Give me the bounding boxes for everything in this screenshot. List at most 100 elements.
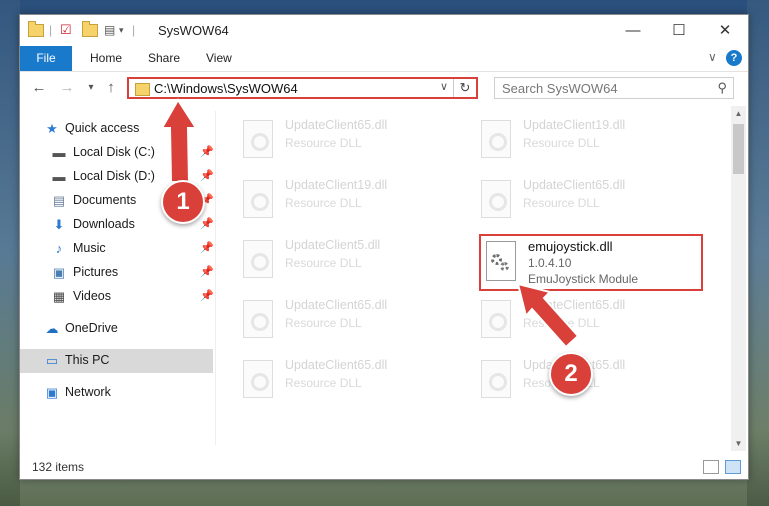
- sidebar-item-label: Local Disk (D:): [73, 169, 155, 183]
- refresh-button[interactable]: ↻: [453, 79, 476, 97]
- list-item[interactable]: UpdateClient65.dll Resource DLL: [475, 294, 705, 348]
- up-button[interactable]: ↑: [100, 78, 122, 98]
- list-item[interactable]: UpdateClient65.dll Resource DLL: [237, 114, 467, 168]
- recent-locations-chevron-icon[interactable]: ▾: [80, 78, 102, 98]
- file-description: Resource DLL: [523, 316, 600, 330]
- pin-icon[interactable]: 📌: [200, 289, 214, 302]
- sidebar-item-label: Music: [73, 241, 106, 255]
- folder-icon: [28, 21, 44, 39]
- pin-icon[interactable]: 📌: [200, 169, 214, 182]
- tab-file[interactable]: File: [20, 46, 72, 71]
- pin-icon[interactable]: 📌: [200, 265, 214, 278]
- drive-icon: ▬: [52, 169, 66, 184]
- sidebar-item-label: Local Disk (C:): [73, 145, 155, 159]
- search-input[interactable]: Search SysWOW64 ⚲: [494, 77, 734, 99]
- forward-button[interactable]: →: [56, 78, 78, 98]
- sidebar-item-this-pc[interactable]: ▭ This PC: [20, 349, 213, 373]
- ribbon-tabs: File Home Share View ∨ ?: [20, 46, 748, 72]
- pictures-icon: ▣: [52, 265, 66, 280]
- address-path[interactable]: C:\Windows\SysWOW64: [154, 81, 298, 96]
- star-icon: ★: [46, 121, 58, 136]
- step-2-badge: 2: [549, 352, 593, 396]
- folder-icon: [135, 83, 150, 96]
- file-description: EmuJoystick Module: [528, 272, 639, 286]
- tab-view[interactable]: View: [206, 46, 232, 71]
- expand-ribbon-chevron-icon[interactable]: ∨: [708, 50, 717, 64]
- pin-icon[interactable]: 📌: [200, 241, 214, 254]
- list-item[interactable]: UpdateClient5.dll Resource DLL: [237, 234, 467, 288]
- pin-icon[interactable]: 📌: [200, 217, 214, 230]
- file-name: UpdateClient19.dll: [523, 118, 626, 132]
- step-1-badge: 1: [161, 180, 205, 224]
- pin-icon[interactable]: 📌: [200, 145, 214, 158]
- close-button[interactable]: ✕: [702, 15, 748, 46]
- dll-file-icon: [481, 360, 511, 398]
- item-count: 132 items: [32, 460, 85, 474]
- sidebar-item-local-disk-c[interactable]: ▬ Local Disk (C:) 📌: [20, 141, 214, 165]
- sidebar-item-videos[interactable]: ▦ Videos 📌: [20, 285, 214, 309]
- file-name: UpdateClient65.dll: [285, 118, 388, 132]
- tab-share[interactable]: Share: [148, 46, 180, 71]
- cloud-icon: ☁: [45, 321, 59, 336]
- tab-home[interactable]: Home: [90, 46, 122, 71]
- sidebar-item-pictures[interactable]: ▣ Pictures 📌: [20, 261, 214, 285]
- file-name: emujoystick.dll: [528, 239, 613, 254]
- file-name: UpdateClient65.dll: [285, 358, 388, 372]
- address-dropdown-chevron-icon[interactable]: ∨: [440, 80, 448, 93]
- dll-file-icon: [243, 180, 273, 218]
- window-title: SysWOW64: [158, 23, 229, 38]
- music-icon: ♪: [55, 241, 63, 256]
- desktop-background-right: [747, 0, 769, 506]
- vertical-scrollbar[interactable]: ▲ ▼: [731, 106, 746, 451]
- minimize-button[interactable]: —: [610, 15, 656, 46]
- dll-file-icon: [243, 300, 273, 338]
- sidebar-item-label: Pictures: [73, 265, 119, 279]
- list-item[interactable]: UpdateClient19.dll Resource DLL: [475, 114, 705, 168]
- maximize-button[interactable]: ☐: [656, 15, 702, 46]
- help-icon[interactable]: ?: [726, 50, 742, 66]
- scroll-up-arrow-icon[interactable]: ▲: [731, 106, 746, 121]
- file-name: UpdateClient65.dll: [523, 178, 626, 192]
- list-item[interactable]: UpdateClient65.dll Resource DLL: [237, 294, 467, 348]
- status-bar: 132 items: [20, 455, 748, 479]
- navigation-pane: ★ Quick access ▬ Local Disk (C:) 📌 ▬ Loc…: [20, 111, 214, 445]
- emujoystick-dll-item[interactable]: emujoystick.dll 1.0.4.10 EmuJoystick Mod…: [479, 234, 703, 291]
- list-item[interactable]: UpdateClient19.dll Resource DLL: [237, 174, 467, 228]
- scroll-down-arrow-icon[interactable]: ▼: [731, 436, 746, 451]
- file-name: UpdateClient65.dll: [523, 298, 626, 312]
- documents-icon: ▤: [52, 193, 66, 208]
- pane-divider[interactable]: [215, 111, 216, 445]
- sidebar-item-label: Documents: [73, 193, 137, 207]
- address-bar[interactable]: C:\Windows\SysWOW64 ∨ ↻: [127, 77, 478, 99]
- sidebar-item-quick-access[interactable]: ★ Quick access: [20, 117, 213, 141]
- gear-icon: [500, 262, 509, 271]
- file-description: Resource DLL: [285, 256, 362, 270]
- explorer-window: | ☑ ▤ ▾ | SysWOW64 — ☐ ✕ File Home Share…: [19, 14, 749, 480]
- sidebar-item-music[interactable]: ♪ Music 📌: [20, 237, 214, 261]
- download-icon: ⬇: [53, 217, 65, 232]
- sidebar-item-label: Downloads: [73, 217, 135, 231]
- back-button[interactable]: ←: [28, 78, 50, 98]
- sidebar-item-onedrive[interactable]: ☁ OneDrive: [20, 317, 213, 341]
- file-description: Resource DLL: [285, 376, 362, 390]
- sidebar-item-network[interactable]: ▣ Network: [20, 381, 213, 405]
- search-icon[interactable]: ⚲: [717, 80, 727, 96]
- details-view-icon[interactable]: [703, 460, 719, 474]
- sidebar-item-label: Network: [65, 385, 111, 399]
- properties-icon[interactable]: ☑: [60, 21, 76, 39]
- scrollbar-thumb[interactable]: [733, 124, 744, 174]
- view-toggle-icon[interactable]: ▤: [104, 21, 120, 39]
- navigation-bar: ← → ▾ ↑ C:\Windows\SysWOW64 ∨ ↻ Search S…: [20, 72, 748, 105]
- search-placeholder: Search SysWOW64: [502, 81, 618, 96]
- tiles-view-icon[interactable]: [725, 460, 741, 474]
- list-item[interactable]: UpdateClient65.dll Resource DLL: [475, 174, 705, 228]
- new-folder-icon[interactable]: [82, 21, 98, 39]
- file-name: UpdateClient65.dll: [285, 298, 388, 312]
- dll-file-icon: [481, 300, 511, 338]
- title-bar: | ☑ ▤ ▾ | SysWOW64 — ☐ ✕: [20, 15, 748, 46]
- file-name: UpdateClient19.dll: [285, 178, 388, 192]
- file-description: Resource DLL: [285, 316, 362, 330]
- list-item[interactable]: UpdateClient65.dll Resource DLL: [237, 354, 467, 408]
- file-description: Resource DLL: [285, 136, 362, 150]
- sidebar-item-label: This PC: [65, 353, 110, 367]
